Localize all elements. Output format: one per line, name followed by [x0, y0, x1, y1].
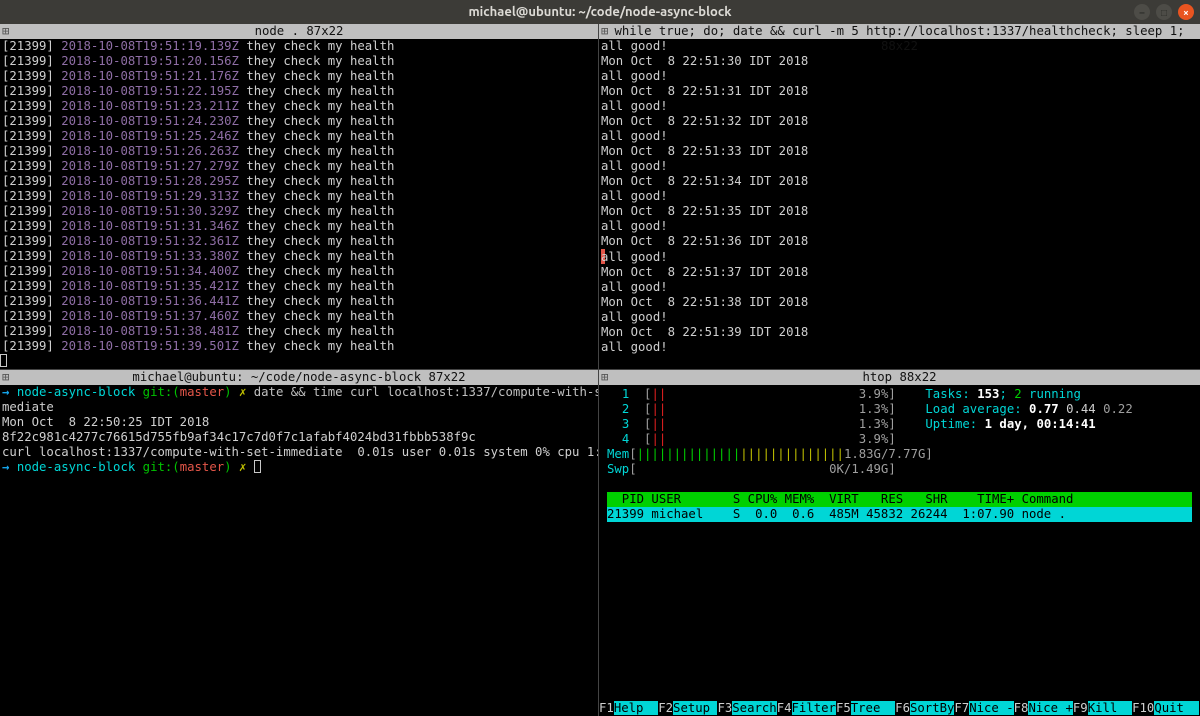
health-date: Mon Oct 8 22:51:38 IDT 2018 — [601, 295, 1198, 310]
command-text: date && time curl localhost:1337/compute… — [254, 385, 599, 399]
fkey-F3[interactable]: F3 — [717, 701, 732, 715]
log-line: [21399] 2018-10-08T19:51:28.295Z they ch… — [2, 174, 596, 189]
maximize-button[interactable]: □ — [1156, 4, 1172, 20]
health-good: all good! — [601, 189, 1198, 204]
health-date: Mon Oct 8 22:51:34 IDT 2018 — [601, 174, 1198, 189]
log-line: [21399] 2018-10-08T19:51:31.346Z they ch… — [2, 219, 596, 234]
cursor-icon — [0, 354, 7, 367]
htop-row[interactable]: 21399 michael S 0.0 0.6 485M 45832 26244… — [607, 507, 1192, 522]
mem-value: 1.83G/7.77G — [844, 447, 925, 461]
cpu-bar: 2 [|| 1.3%] Load average: 0.77 0.44 0.22 — [607, 402, 1192, 417]
output-line: curl localhost:1337/compute-with-set-imm… — [2, 445, 596, 460]
health-date: Mon Oct 8 22:51:39 IDT 2018 — [601, 325, 1198, 340]
window-titlebar: michael@ubuntu: ~/code/node-async-block … — [0, 0, 1200, 24]
cursor-icon — [254, 460, 261, 473]
health-date: Mon Oct 8 22:51:35 IDT 2018 — [601, 204, 1198, 219]
fkey-F9[interactable]: F9 — [1073, 701, 1088, 715]
health-date: Mon Oct 8 22:51:32 IDT 2018 — [601, 114, 1198, 129]
pane-titlebar: ⊞htop 88x22 — [599, 370, 1200, 385]
log-line: [21399] 2018-10-08T19:51:25.246Z they ch… — [2, 129, 596, 144]
health-good: all good! — [601, 340, 1198, 355]
log-line: [21399] 2018-10-08T19:51:22.195Z they ch… — [2, 84, 596, 99]
log-line: [21399] 2018-10-08T19:51:34.400Z they ch… — [2, 264, 596, 279]
pane-shell[interactable]: ⊞michael@ubuntu: ~/code/node-async-block… — [0, 370, 599, 716]
prompt-line: → node-async-block git:(master) ✗ date &… — [2, 385, 596, 400]
fkey-F6[interactable]: F6 — [895, 701, 910, 715]
cpu-bar: 1 [|| 3.9%] Tasks: 153; 2 running — [607, 387, 1192, 402]
fkey-F1[interactable]: F1 — [599, 701, 614, 715]
health-good: all good! — [601, 129, 1198, 144]
health-good: all good! — [601, 280, 1198, 295]
minimize-button[interactable]: – — [1134, 4, 1150, 20]
log-line: [21399] 2018-10-08T19:51:30.329Z they ch… — [2, 204, 596, 219]
health-good: all good! — [601, 219, 1198, 234]
swp-label: Swp — [607, 462, 629, 476]
log-line: [21399] 2018-10-08T19:51:33.380Z they ch… — [2, 249, 596, 264]
cpu-bar: 4 [|| 3.9%] — [607, 432, 1192, 447]
output-line: 8f22c981c4277c76615d755fb9af34c17c7d0f7c… — [2, 430, 596, 445]
fkey-F10[interactable]: F10 — [1132, 701, 1154, 715]
pane-titlebar: ⊞node . 87x22 — [0, 24, 598, 39]
output-line: Mon Oct 8 22:50:25 IDT 2018 — [2, 415, 596, 430]
close-button[interactable]: × — [1178, 4, 1194, 20]
log-line: [21399] 2018-10-08T19:51:39.501Z they ch… — [2, 339, 596, 354]
output-line: mediate — [2, 400, 596, 415]
htop-fkeys: F1Help F2Setup F3SearchF4FilterF5Tree F6… — [599, 701, 1200, 716]
log-line: [21399] 2018-10-08T19:51:32.361Z they ch… — [2, 234, 596, 249]
health-date: Mon Oct 8 22:51:30 IDT 2018 — [601, 54, 1198, 69]
log-line: [21399] 2018-10-08T19:51:36.441Z they ch… — [2, 294, 596, 309]
log-line: [21399] 2018-10-08T19:51:19.139Z they ch… — [2, 39, 596, 54]
pane-titlebar: ⊞michael@ubuntu: ~/code/node-async-block… — [0, 370, 598, 385]
window-title: michael@ubuntu: ~/code/node-async-block — [0, 5, 1200, 20]
health-date: Mon Oct 8 22:51:37 IDT 2018 — [601, 265, 1198, 280]
fkey-F2[interactable]: F2 — [658, 701, 673, 715]
log-line: [21399] 2018-10-08T19:51:38.481Z they ch… — [2, 324, 596, 339]
log-line: [21399] 2018-10-08T19:51:29.313Z they ch… — [2, 189, 596, 204]
mem-label: Mem — [607, 447, 629, 461]
log-line: [21399] 2018-10-08T19:51:37.460Z they ch… — [2, 309, 596, 324]
pane-htop[interactable]: ⊞htop 88x22 1 [|| 3.9%] Tasks: 153; 2 ru… — [599, 370, 1200, 716]
htop-header: PID USER S CPU% MEM% VIRT RES SHR TIME+ … — [607, 492, 1192, 507]
pane-titlebar: ⊞while true; do; date && curl -m 5 http:… — [599, 24, 1200, 39]
fkey-F7[interactable]: F7 — [954, 701, 969, 715]
health-good: all good! — [601, 99, 1198, 114]
swp-value: 0K/1.49G — [829, 462, 888, 476]
health-date: Mon Oct 8 22:51:33 IDT 2018 — [601, 144, 1198, 159]
log-line: [21399] 2018-10-08T19:51:24.230Z they ch… — [2, 114, 596, 129]
health-good: all good! — [601, 69, 1198, 84]
health-good: all good! — [601, 249, 1198, 265]
pane-node-log[interactable]: ⊞node . 87x22 [21399] 2018-10-08T19:51:1… — [0, 24, 599, 370]
log-line: [21399] 2018-10-08T19:51:20.156Z they ch… — [2, 54, 596, 69]
log-line: [21399] 2018-10-08T19:51:35.421Z they ch… — [2, 279, 596, 294]
log-line: [21399] 2018-10-08T19:51:27.279Z they ch… — [2, 159, 596, 174]
fkey-F8[interactable]: F8 — [1014, 701, 1029, 715]
fkey-F5[interactable]: F5 — [836, 701, 851, 715]
health-date: Mon Oct 8 22:51:36 IDT 2018 — [601, 234, 1198, 249]
prompt-line: → node-async-block git:(master) ✗ — [2, 460, 596, 475]
pane-healthcheck[interactable]: ⊞while true; do; date && curl -m 5 http:… — [599, 24, 1200, 370]
window-controls: – □ × — [1134, 4, 1194, 20]
log-line: [21399] 2018-10-08T19:51:23.211Z they ch… — [2, 99, 596, 114]
health-date: Mon Oct 8 22:51:31 IDT 2018 — [601, 84, 1198, 99]
health-good: all good! — [601, 310, 1198, 325]
health-good: all good! — [601, 159, 1198, 174]
log-line: [21399] 2018-10-08T19:51:26.263Z they ch… — [2, 144, 596, 159]
log-line: [21399] 2018-10-08T19:51:21.176Z they ch… — [2, 69, 596, 84]
fkey-F4[interactable]: F4 — [777, 701, 792, 715]
cpu-bar: 3 [|| 1.3%] Uptime: 1 day, 00:14:41 — [607, 417, 1192, 432]
